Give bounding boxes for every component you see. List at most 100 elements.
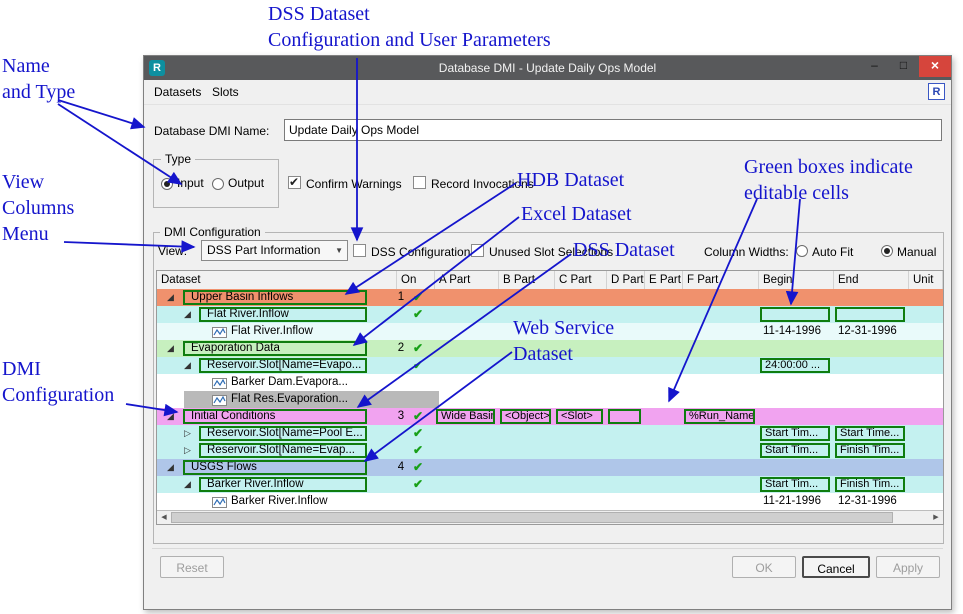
column-header-e[interactable]: E Part [645,271,683,289]
tree-expanded-icon[interactable]: ◢ [184,309,191,319]
cancel-button[interactable]: Cancel [802,556,870,578]
annotation-dmi-configuration: DMI Configuration [2,356,114,408]
check-icon[interactable]: ✔ [413,426,423,440]
cell-begin[interactable]: Start Tim... [760,477,830,492]
cell-b[interactable]: <Object> [500,409,551,424]
column-header-a[interactable]: A Part [435,271,499,289]
confirm-warnings-label[interactable]: Confirm Warnings [306,177,402,191]
auto-fit-radio-label[interactable]: Auto Fit [812,245,853,259]
tree-expanded-icon[interactable]: ◢ [167,292,174,302]
tree-expanded-icon[interactable]: ◢ [167,343,174,353]
view-dropdown[interactable]: DSS Part Information ▼ [201,240,348,261]
tree-expanded-icon[interactable]: ◢ [167,411,174,421]
dataset-label[interactable]: Barker River.Inflow [199,477,367,492]
tree-collapsed-icon[interactable]: ▷ [184,428,191,438]
horizontal-scrollbar[interactable]: ◀ ▶ [157,510,943,524]
table-row[interactable]: Flat Res.Evaporation... [157,391,943,408]
check-icon[interactable]: ✔ [413,443,423,457]
dataset-label[interactable]: Reservoir.Slot[Name=Evap... [199,443,367,458]
menu-datasets[interactable]: Datasets [154,80,201,104]
confirm-warnings-checkbox[interactable] [288,176,301,189]
tree-expanded-icon[interactable]: ◢ [184,479,191,489]
table-row[interactable]: ◢ Barker River.Inflow ✔ Start Tim... Finish … [157,476,943,493]
cell-begin[interactable]: Start Tim... [760,443,830,458]
column-header-begin[interactable]: Begin [759,271,834,289]
cell-begin[interactable] [760,307,830,322]
cell-begin[interactable]: Start Tim... [760,426,830,441]
table-row[interactable]: ▷ Reservoir.Slot[Name=Pool E... ✔ Start Tim… [157,425,943,442]
cell-a[interactable]: Wide Basin [436,409,495,424]
titlebar[interactable]: R Database DMI - Update Daily Ops Model … [144,56,951,80]
dmi-name-input[interactable] [284,119,942,141]
unused-slot-selections-checkbox[interactable] [471,244,484,257]
dss-configuration-label[interactable]: DSS Configuration [371,245,470,259]
scrollbar-thumb[interactable] [171,512,893,523]
auto-fit-radio[interactable] [796,245,808,257]
dataset-label[interactable]: Barker Dam.Evapora... [231,376,348,388]
record-invocations-checkbox[interactable] [413,176,426,189]
cell-end[interactable] [835,307,905,322]
tree-collapsed-icon[interactable]: ▷ [184,445,191,455]
table-row[interactable]: ◢Initial Conditions3✔Wide Basin<Object><… [157,408,943,425]
table-header: DatasetOnA PartB PartC PartD PartE PartF… [157,271,943,290]
dataset-label[interactable]: Reservoir.Slot[Name=Pool E... [199,426,367,441]
menu-slots[interactable]: Slots [212,80,239,104]
cell-end[interactable]: Start Time... [835,426,905,441]
manual-radio[interactable] [881,245,893,257]
ok-button[interactable]: OK [732,556,796,578]
column-header-on[interactable]: On [397,271,435,289]
dataset-label[interactable]: Reservoir.Slot[Name=Evapo... [199,358,367,373]
column-header-c[interactable]: C Part [555,271,607,289]
dataset-label[interactable]: Flat Res.Evaporation... [231,393,348,405]
cell-f[interactable]: %Run_Name% [684,409,755,424]
table-row[interactable]: Barker Dam.Evapora... [157,374,943,391]
scroll-left-icon[interactable]: ◀ [157,511,171,524]
dataset-label[interactable]: Evaporation Data [183,341,367,356]
output-radio[interactable] [212,178,224,190]
check-icon[interactable]: ✔ [413,290,423,304]
table-row[interactable]: ◢USGS Flows4✔ [157,459,943,476]
dataset-label[interactable]: USGS Flows [183,460,367,475]
column-header-b[interactable]: B Part [499,271,555,289]
table-row[interactable]: ▷ Reservoir.Slot[Name=Evap... ✔ Start Tim..… [157,442,943,459]
dataset-label[interactable]: Barker River.Inflow [231,495,328,507]
output-radio-label[interactable]: Output [228,176,264,190]
cell-d[interactable] [608,409,641,424]
check-icon[interactable]: ✔ [413,477,423,491]
dataset-label[interactable]: Flat River.Inflow [199,307,367,322]
cell-c[interactable]: <Slot> [556,409,603,424]
maximize-button[interactable]: □ [889,56,918,77]
check-icon[interactable]: ✔ [413,460,423,474]
apply-button[interactable]: Apply [876,556,940,578]
dataset-label[interactable]: Flat River.Inflow [231,325,313,337]
check-icon[interactable]: ✔ [413,358,423,372]
annotation-web-service: Web Service Dataset [513,315,614,367]
cell-end[interactable]: Finish Tim... [835,443,905,458]
column-header-dataset[interactable]: Dataset [157,271,397,289]
tree-expanded-icon[interactable]: ◢ [184,360,191,370]
manual-radio-label[interactable]: Manual [897,245,936,259]
minimize-button[interactable]: – [860,56,889,77]
input-radio[interactable] [161,178,173,190]
dataset-label[interactable]: Upper Basin Inflows [183,290,367,305]
input-radio-label[interactable]: Input [177,176,204,190]
column-header-d[interactable]: D Part [607,271,645,289]
cell-end[interactable]: Finish Tim... [835,477,905,492]
cell-begin[interactable]: 24:00:00 ... [760,358,830,373]
table-row[interactable]: Barker River.Inflow11-21-199612-31-1996 [157,493,943,510]
tree-expanded-icon[interactable]: ◢ [167,462,174,472]
scroll-right-icon[interactable]: ▶ [929,511,943,524]
check-icon[interactable]: ✔ [413,409,423,423]
riverware-menu-icon[interactable]: R [928,83,945,100]
table-row[interactable]: ◢Upper Basin Inflows1✔ [157,289,943,306]
page: DSS Dataset Configuration and User Param… [0,0,963,614]
dataset-label[interactable]: Initial Conditions [183,409,367,424]
column-header-unit[interactable]: Unit [909,271,943,289]
dss-configuration-checkbox[interactable] [353,244,366,257]
check-icon[interactable]: ✔ [413,341,423,355]
column-header-f[interactable]: F Part [683,271,759,289]
check-icon[interactable]: ✔ [413,307,423,321]
close-button[interactable]: × [919,56,951,77]
reset-button[interactable]: Reset [160,556,224,578]
column-header-end[interactable]: End [834,271,909,289]
